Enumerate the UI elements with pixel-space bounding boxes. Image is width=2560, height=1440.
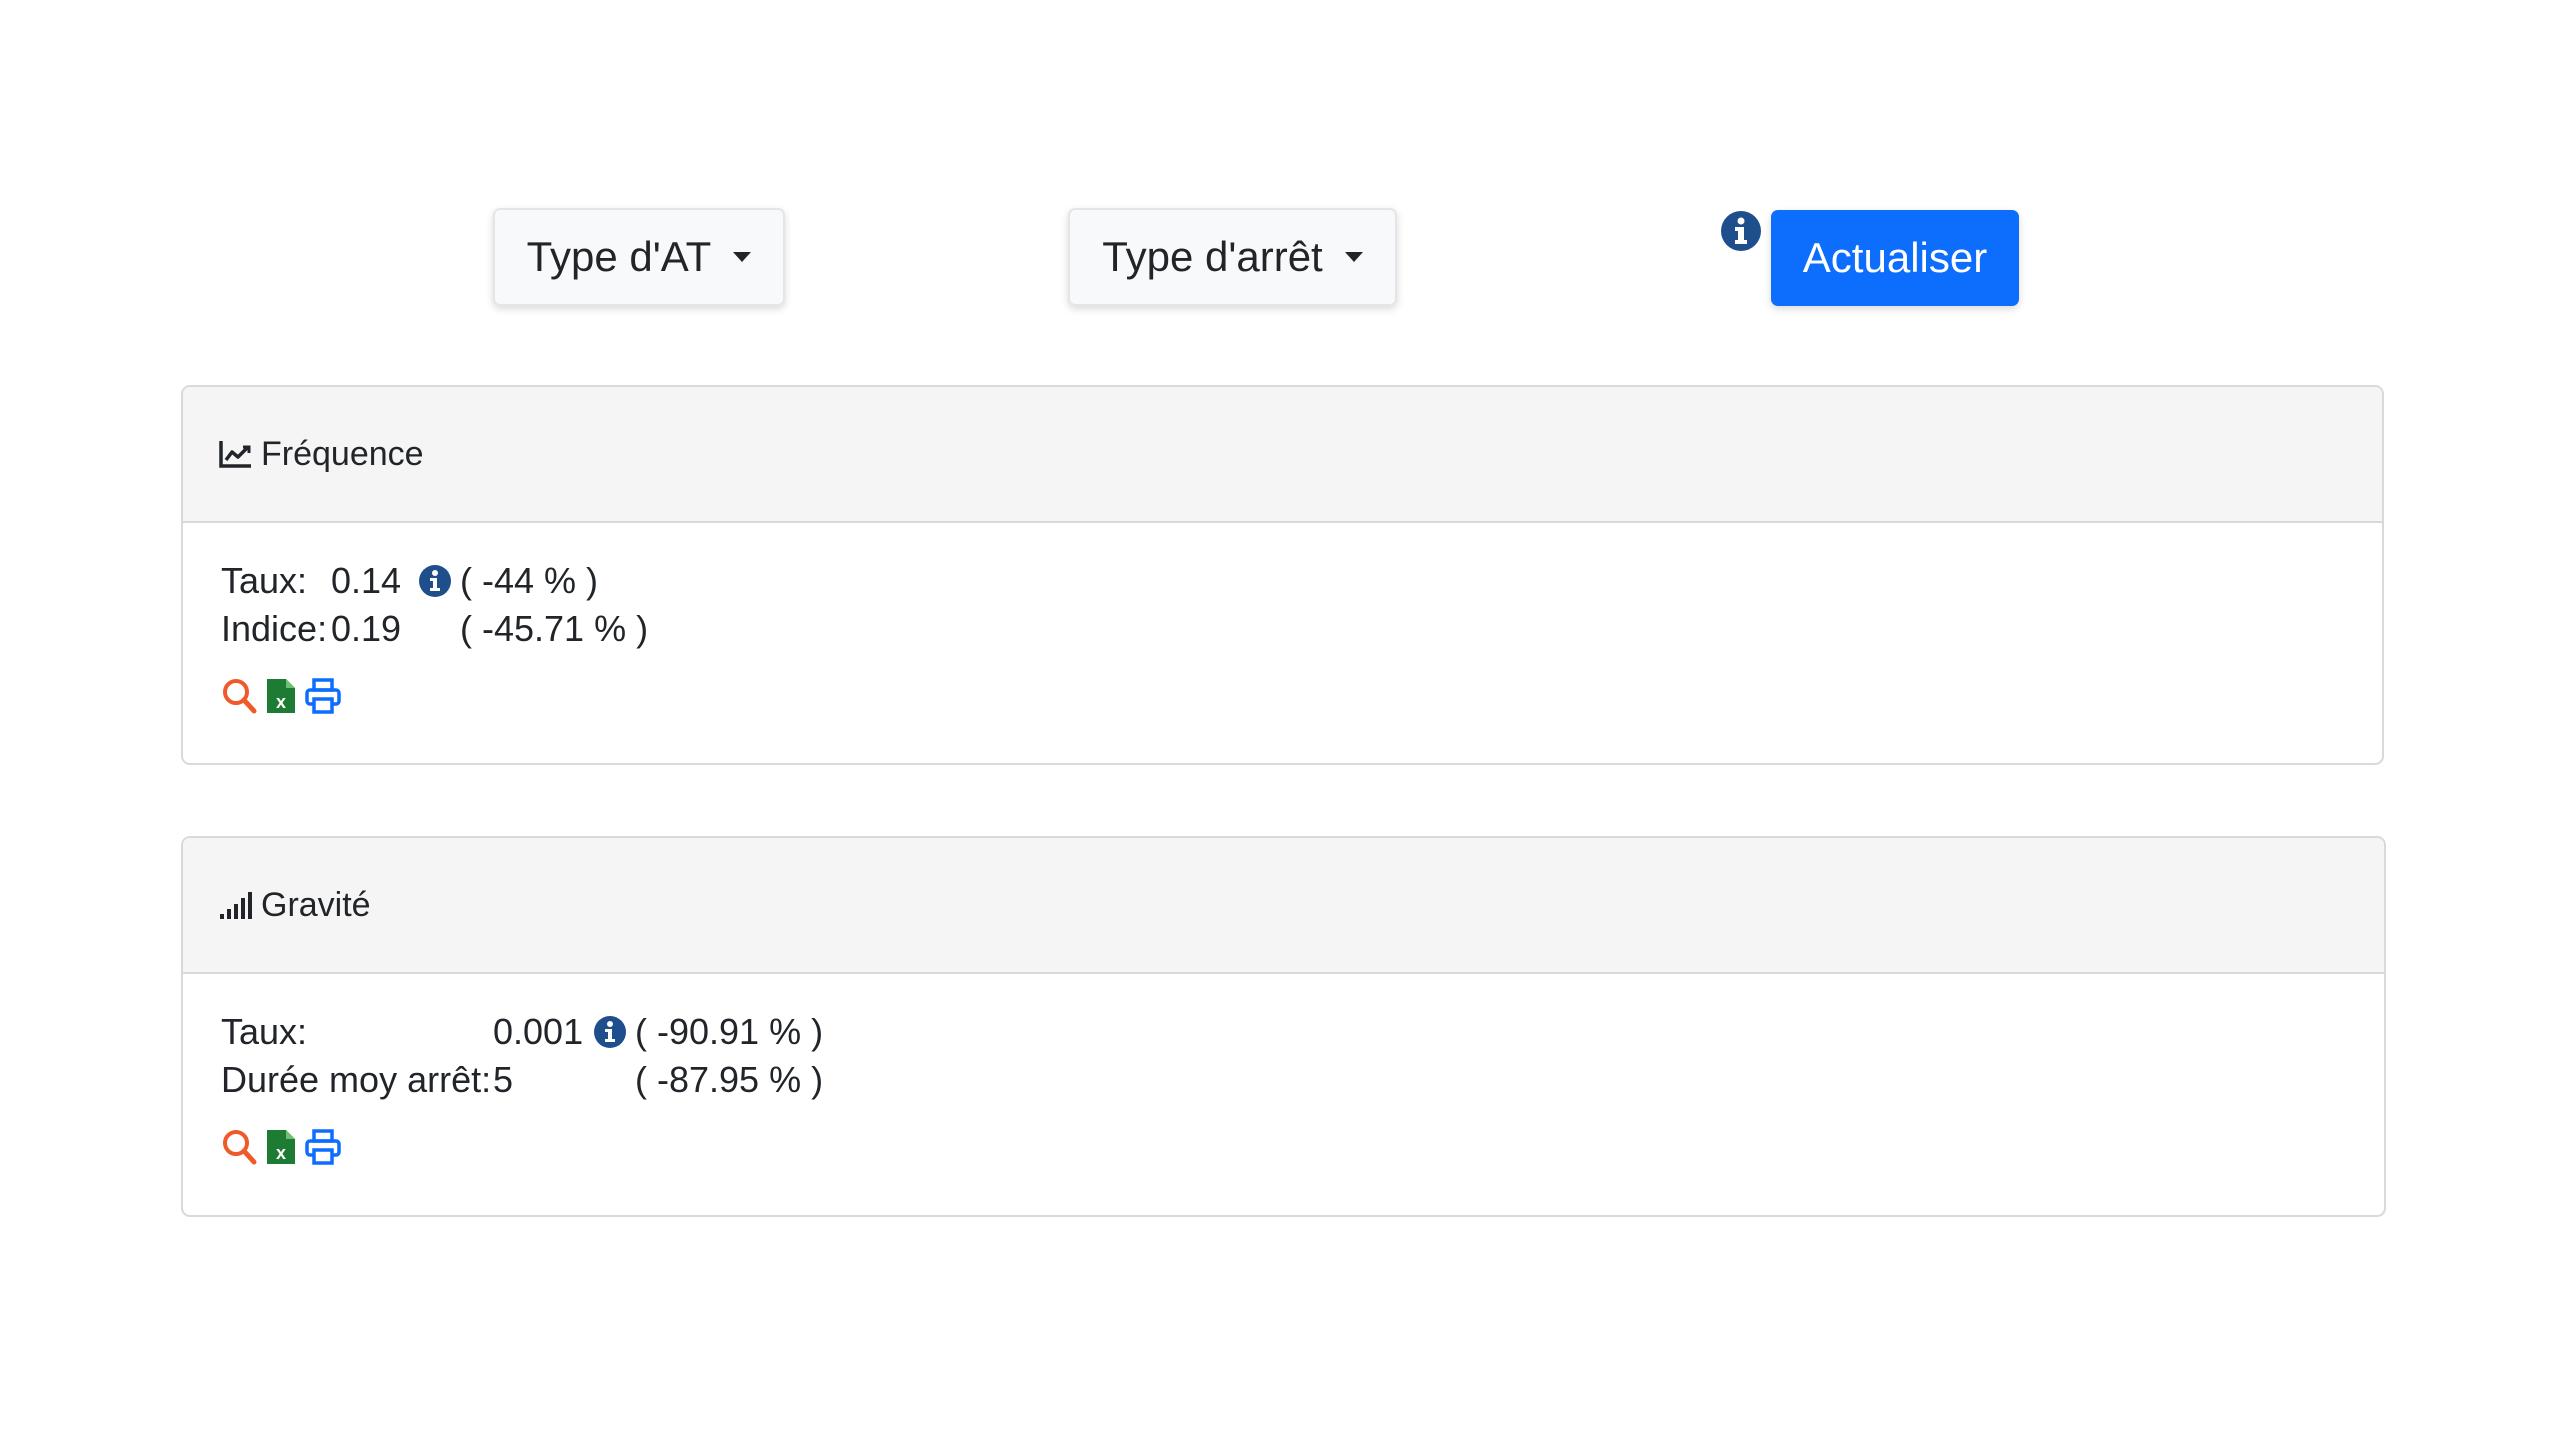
info-icon[interactable]: [418, 564, 452, 598]
page: Type d'AT Type d'arrêt Actualiser Fréque…: [0, 0, 2560, 1440]
frequence-card-header: Fréquence: [183, 387, 2382, 523]
print-icon[interactable]: [305, 677, 341, 715]
type-arret-label: Type d'arrêt: [1102, 233, 1323, 280]
frequence-row-indice: Indice: 0.19 ( -45.71 % ): [221, 605, 2382, 653]
row-label: Indice:: [221, 608, 328, 649]
frequence-title: Fréquence: [261, 434, 424, 473]
row-value: 5: [493, 1059, 514, 1100]
gravite-row-taux: Taux: 0.001 ( -90.91 % ): [221, 1008, 2384, 1056]
svg-text:x: x: [276, 1143, 286, 1163]
gravite-title: Gravité: [261, 885, 371, 924]
frequence-card-body: Taux: 0.14 ( -44 % ) Indice: 0.19 ( -45.…: [183, 523, 2382, 715]
signal-bars-icon: [220, 892, 252, 919]
caret-down-icon: [733, 252, 752, 262]
line-chart-icon: [219, 441, 251, 468]
excel-icon[interactable]: x: [263, 1128, 299, 1166]
excel-icon[interactable]: x: [263, 677, 299, 715]
search-icon[interactable]: [221, 1128, 257, 1166]
refresh-button[interactable]: Actualiser: [1771, 210, 2019, 306]
row-label: Taux:: [221, 1011, 308, 1052]
print-icon[interactable]: [305, 1128, 341, 1166]
gravite-actions: x: [221, 1128, 2384, 1166]
svg-text:x: x: [276, 692, 286, 712]
row-value: 0.001: [493, 1011, 584, 1052]
info-icon[interactable]: [593, 1015, 627, 1049]
type-arret-dropdown[interactable]: Type d'arrêt: [1068, 208, 1397, 306]
row-percent: ( -45.71 % ): [460, 608, 649, 649]
row-percent: ( -90.91 % ): [635, 1011, 824, 1052]
row-label: Taux:: [221, 560, 308, 601]
gravite-row-duree: Durée moy arrêt: 5 ( -87.95 % ): [221, 1056, 2384, 1104]
caret-down-icon: [1344, 252, 1363, 262]
search-icon[interactable]: [221, 677, 257, 715]
type-at-label: Type d'AT: [526, 233, 712, 280]
row-percent: ( -87.95 % ): [635, 1059, 824, 1100]
frequence-card: Fréquence Taux: 0.14 ( -44 % ) Indice: 0…: [181, 385, 2384, 765]
gravite-card-header: Gravité: [183, 838, 2384, 974]
row-value: 0.19: [331, 608, 402, 649]
type-at-dropdown[interactable]: Type d'AT: [493, 208, 785, 306]
row-value: 0.14: [331, 560, 402, 601]
frequence-actions: x: [221, 677, 2382, 715]
gravite-card-body: Taux: 0.001 ( -90.91 % ) Durée moy arrêt…: [183, 974, 2384, 1166]
info-icon[interactable]: [1720, 210, 1762, 252]
frequence-row-taux: Taux: 0.14 ( -44 % ): [221, 557, 2382, 605]
gravite-card: Gravité Taux: 0.001 ( -90.91 % ) Durée m…: [181, 836, 2386, 1217]
row-percent: ( -44 % ): [460, 560, 599, 601]
row-label: Durée moy arrêt:: [221, 1059, 492, 1100]
